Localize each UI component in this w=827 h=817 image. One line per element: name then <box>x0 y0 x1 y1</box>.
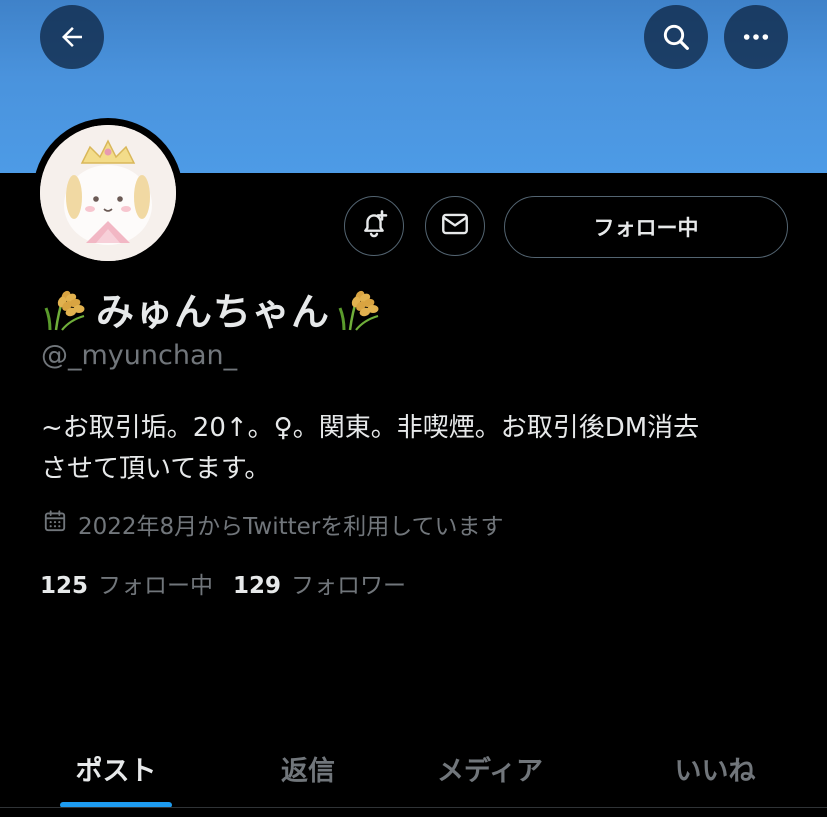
bell-plus-icon <box>358 208 390 244</box>
tab-replies[interactable]: 返信 <box>258 730 358 807</box>
envelope-icon <box>439 208 471 244</box>
arrow-left-icon <box>57 22 87 52</box>
bio-line: させて頂いてます。 <box>41 454 271 484</box>
joined-date: 2022年8月からTwitterを利用しています <box>42 507 504 541</box>
profile-tabs: ポスト 返信 メディア いいね <box>0 730 827 807</box>
user-handle: @_myunchan_ <box>41 340 238 371</box>
more-button[interactable] <box>724 5 788 69</box>
following-count: 125 <box>40 573 89 599</box>
tab-media[interactable]: メディア <box>420 730 560 807</box>
following-link[interactable]: 125 フォロー中 <box>40 566 213 600</box>
more-horizontal-icon <box>740 21 772 53</box>
search-icon <box>660 21 692 53</box>
following-label: フォロー中 <box>98 573 214 599</box>
following-button[interactable]: フォロー中 <box>504 196 788 258</box>
back-button[interactable] <box>40 5 104 69</box>
tab-posts[interactable]: ポスト <box>50 730 182 807</box>
display-name: みゅんちゃん <box>96 289 331 334</box>
followers-count: 129 <box>233 573 282 599</box>
message-button[interactable] <box>425 196 485 256</box>
calendar-icon <box>42 508 68 540</box>
notification-subscribe-button[interactable] <box>344 196 404 256</box>
search-button[interactable] <box>644 5 708 69</box>
bio-line: ~お取引垢。20↑。♀。関東。非喫煙。お取引後DM消去 <box>41 413 700 443</box>
tab-likes[interactable]: いいね <box>655 730 775 807</box>
display-name-row: みゅんちゃん <box>40 282 386 334</box>
rice-ear-emoji-icon <box>334 284 386 332</box>
joined-text: 2022年8月からTwitterを利用しています <box>78 514 504 540</box>
avatar-image <box>40 125 176 261</box>
profile-avatar[interactable] <box>33 118 183 268</box>
profile-bio: ~お取引垢。20↑。♀。関東。非喫煙。お取引後DM消去 させて頂いてます。 <box>41 408 781 490</box>
tabs-divider <box>0 807 827 808</box>
rice-ear-emoji-icon <box>40 284 92 332</box>
follow-stats: 125 フォロー中 129 フォロワー <box>40 566 426 600</box>
followers-label: フォロワー <box>291 573 407 599</box>
followers-link[interactable]: 129 フォロワー <box>233 566 406 600</box>
